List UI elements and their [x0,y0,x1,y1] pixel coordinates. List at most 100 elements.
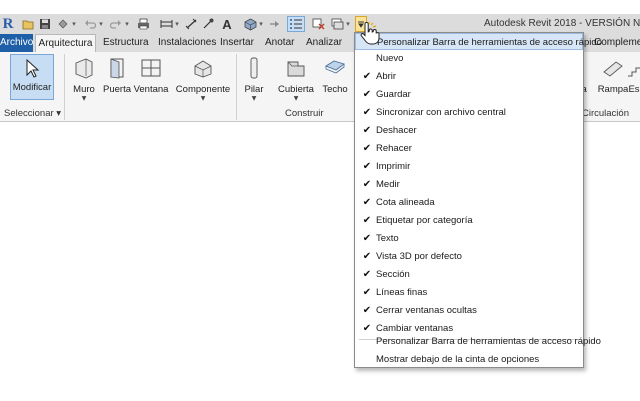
column-tool[interactable]: Pilar ▼ [242,52,266,103]
check-icon: ✔ [362,107,372,118]
tab-analyze[interactable]: Analizar [306,34,342,52]
check-icon: ✔ [362,143,372,154]
menu-item-personalizar[interactable]: Personalizar Barra de herramientas de ac… [355,333,601,350]
menu-item-medir[interactable]: ✔ Medir [355,176,583,193]
window-tool[interactable]: Ventana [134,52,168,95]
menu-header-label: Personalizar Barra de herramientas de ac… [377,37,602,48]
check-icon: ✔ [362,89,372,100]
close-windows-icon[interactable] [311,16,325,32]
customize-qat-menu: Personalizar Barra de herramientas de ac… [354,32,602,368]
print-icon[interactable] [136,16,150,32]
wall-icon [72,55,96,81]
tab-architecture[interactable]: Arquitectura [35,34,96,52]
menu-item-label: Deshacer [376,125,417,136]
tab-annotate[interactable]: Anotar [265,34,294,52]
door-tool[interactable]: Puerta [103,52,131,95]
check-icon: ✔ [362,161,372,172]
ceiling-tool[interactable]: Techo [320,52,350,95]
check-icon: ✔ [362,179,372,190]
roof-label: Cubierta [278,84,314,95]
quick-access-toolbar: R ▾ ▾ ▾ ▾ A ▾ ▾ Autodesk Revit 2018 - VE… [0,14,640,34]
menu-item-seccion[interactable]: ✔ Sección [355,266,583,283]
door-icon [105,55,129,81]
menu-item-label: Guardar [376,89,411,100]
wall-label: Muro [73,84,95,95]
ceiling-label: Techo [322,84,348,95]
stair-label: Es [628,84,640,95]
menu-item-sincronizar[interactable]: ✔ Sincronizar con archivo central [355,104,583,121]
modify-button[interactable]: Modificar [10,54,54,100]
redo-icon[interactable] [110,16,122,32]
switch-windows-icon[interactable] [330,16,344,32]
save-icon[interactable] [38,16,52,32]
menu-item-texto[interactable]: ✔ Texto [355,230,583,247]
stair-tool[interactable]: Es [628,52,640,95]
section-icon[interactable] [268,16,280,32]
menu-item-label: Etiquetar por categoría [376,215,473,226]
menu-item-abrir[interactable]: ✔ Abrir [355,68,583,85]
check-icon: ✔ [362,197,372,208]
cursor-arrow-icon [26,58,40,78]
roof-tool[interactable]: Cubierta ▼ [276,52,316,103]
sync-icon[interactable] [56,16,70,32]
menu-item-etiquetar[interactable]: ✔ Etiquetar por categoría [355,212,583,229]
undo-icon[interactable] [84,16,96,32]
select-panel-label[interactable]: Seleccionar ▾ [4,108,61,119]
measure-icon[interactable] [159,16,173,32]
tab-file[interactable]: Archivo [0,34,33,52]
switch-windows-dropdown-icon[interactable]: ▾ [345,16,351,32]
fine-lines-icon[interactable] [287,16,305,32]
ceiling-icon [323,55,347,81]
measure-dropdown-icon[interactable]: ▾ [174,16,180,32]
menu-item-mostrar-debajo[interactable]: Mostrar debajo de la cinta de opciones [355,351,583,368]
text-icon[interactable]: A [220,16,234,32]
menu-item-lineas-finas[interactable]: ✔ Líneas finas [355,284,583,301]
redo-dropdown-icon[interactable]: ▾ [124,16,130,32]
tab-insert[interactable]: Insertar [220,34,254,52]
menu-item-label: Mostrar debajo de la cinta de opciones [376,354,540,365]
sync-dropdown-icon[interactable]: ▾ [70,16,78,32]
3d-view-icon[interactable] [243,16,257,32]
hand-cursor-icon [360,22,380,45]
check-icon: ✔ [362,233,372,244]
menu-item-label: Cerrar ventanas ocultas [376,305,477,316]
tab-systems[interactable]: Instalaciones [158,34,216,52]
menu-item-imprimir[interactable]: ✔ Imprimir [355,158,583,175]
check-icon: ✔ [362,305,372,316]
wall-tool[interactable]: Muro ▼ [70,52,98,103]
component-tool[interactable]: Componente ▼ [176,52,230,103]
menu-item-nuevo[interactable]: Nuevo [355,50,583,67]
3d-view-dropdown-icon[interactable]: ▾ [258,16,264,32]
menu-item-rehacer[interactable]: ✔ Rehacer [355,140,583,157]
check-icon: ✔ [362,287,372,298]
menu-item-cerrar-ventanas[interactable]: ✔ Cerrar ventanas ocultas [355,302,583,319]
menu-item-label: Cota alineada [376,197,435,208]
undo-dropdown-icon[interactable]: ▾ [98,16,104,32]
build-panel-label: Construir [285,108,324,119]
menu-item-label: Imprimir [376,161,411,172]
menu-item-vista-3d[interactable]: ✔ Vista 3D por defecto [355,248,583,265]
dimension-icon[interactable] [184,16,198,32]
column-dropdown-icon[interactable]: ▼ [252,95,257,103]
wall-dropdown-icon[interactable]: ▼ [82,95,87,103]
menu-header[interactable]: Personalizar Barra de herramientas de ac… [355,33,602,50]
roof-dropdown-icon[interactable]: ▼ [294,95,299,103]
menu-item-label: Medir [376,179,400,190]
stair-icon [622,55,640,81]
menu-item-deshacer[interactable]: ✔ Deshacer [355,122,583,139]
open-icon[interactable] [21,16,35,32]
menu-item-label: Sincronizar con archivo central [376,107,506,118]
column-icon [242,55,266,81]
component-icon [191,55,215,81]
check-icon: ✔ [362,125,372,136]
revit-logo-icon[interactable]: R [1,16,15,32]
panel-divider [236,54,237,120]
tag-icon[interactable] [201,16,215,32]
menu-item-label: Abrir [376,71,397,82]
revit-window: R ▾ ▾ ▾ ▾ A ▾ ▾ Autodesk Revit 2018 - VE… [0,0,640,401]
menu-item-cota-alineada[interactable]: ✔ Cota alineada [355,194,583,211]
component-label: Componente [175,84,231,95]
menu-item-guardar[interactable]: ✔ Guardar [355,86,583,103]
tab-structure[interactable]: Estructura [103,34,149,52]
component-dropdown-icon[interactable]: ▼ [201,95,206,103]
